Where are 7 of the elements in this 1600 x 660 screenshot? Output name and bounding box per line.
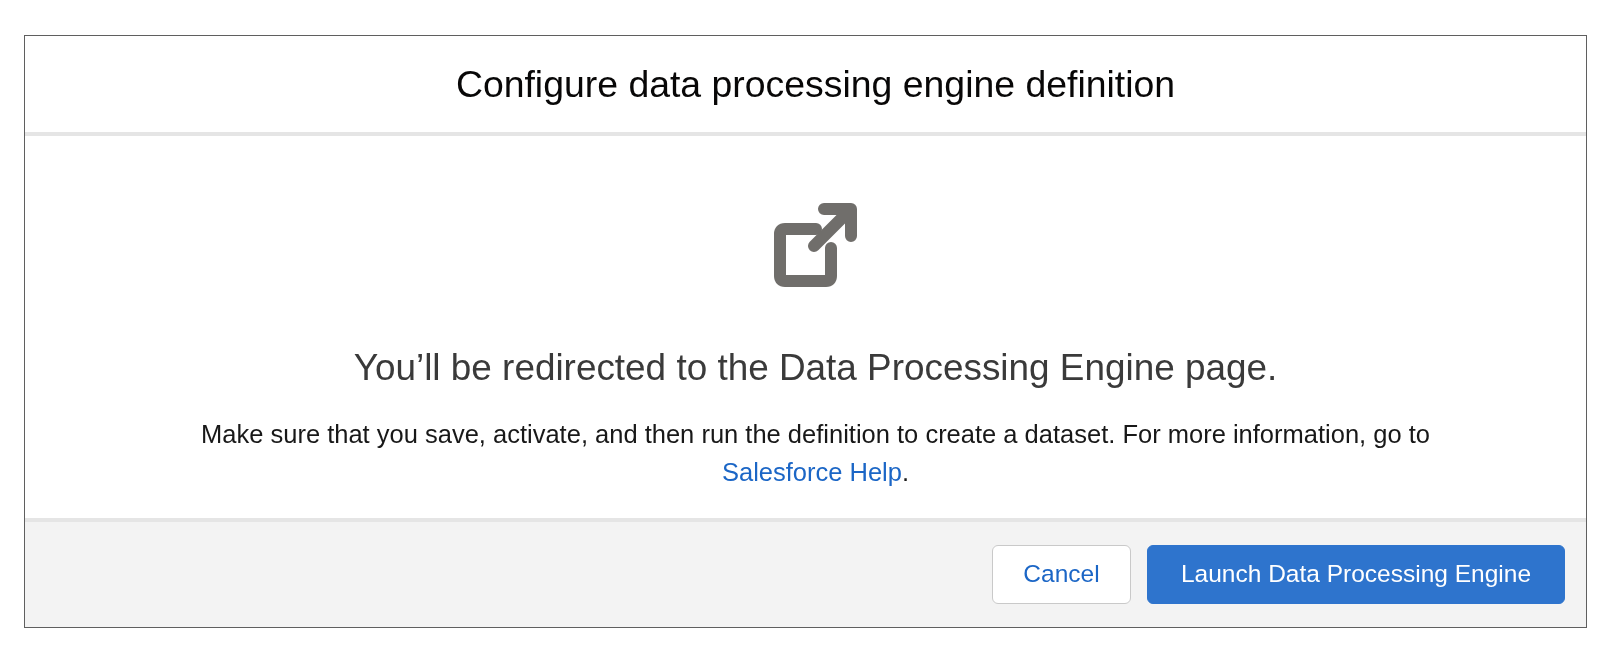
redirect-heading: You’ll be redirected to the Data Processing Engine page.: [353, 346, 1278, 390]
redirect-message: Make sure that you save, activate, and then run the definition to create a dataset. For more information, go to Salesforce Help.: [200, 419, 1431, 488]
launch-button[interactable]: Launch Data Processing Engine: [1147, 545, 1565, 604]
external-link-icon: [773, 202, 858, 287]
modal-title: Configure data processing engine definition: [455, 62, 1176, 106]
help-link[interactable]: Salesforce Help: [721, 458, 902, 486]
cancel-button[interactable]: Cancel: [992, 545, 1131, 604]
